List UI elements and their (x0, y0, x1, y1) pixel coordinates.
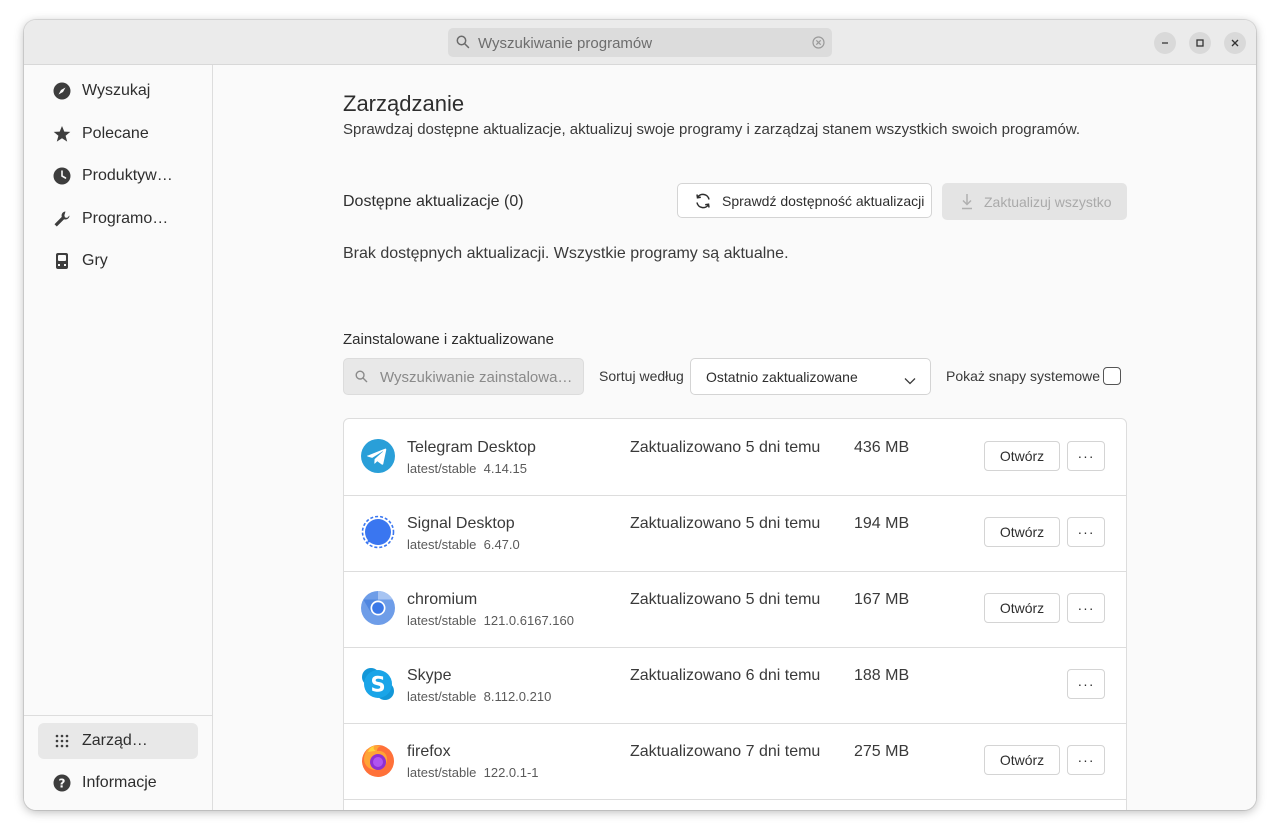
page-title: Zarządzanie (343, 91, 465, 116)
gamepad-icon (52, 251, 72, 271)
sidebar-item-search[interactable]: Wyszukaj (38, 73, 198, 109)
chevron-down-icon (904, 372, 916, 390)
svg-text:S: S (370, 673, 385, 697)
skype-icon: S (360, 666, 396, 702)
more-options-button[interactable]: ··· (1067, 745, 1105, 775)
app-size: 194 MB (854, 515, 910, 532)
check-updates-label: Sprawdź dostępność aktualizacji (722, 192, 925, 209)
more-options-button[interactable]: ··· (1067, 441, 1105, 471)
download-icon (960, 193, 974, 211)
app-size: 275 MB (854, 743, 910, 760)
list-item: chromium latest/stable 121.0.6167.160 Za… (344, 571, 1126, 648)
sort-value: Ostatnio zaktualizowane (706, 369, 858, 385)
list-item: Signal Desktop latest/stable 6.47.0 Zakt… (344, 495, 1126, 572)
list-item: Telegram Desktop latest/stable 4.14.15 Z… (344, 419, 1126, 496)
program-search-input[interactable]: Wyszukiwanie programów (448, 28, 832, 57)
open-button[interactable]: Otwórz (984, 517, 1060, 547)
update-all-button[interactable]: Zaktualizuj wszystko (942, 183, 1127, 220)
clock-icon (52, 166, 72, 186)
app-size: 167 MB (854, 591, 910, 608)
app-name: chromium (407, 591, 478, 608)
telegram-icon (360, 438, 396, 474)
grid-icon (52, 731, 72, 751)
sidebar-item-label: Informacje (82, 774, 157, 791)
app-updated: Zaktualizowano 5 dni temu (630, 439, 821, 456)
sidebar-item-label: Polecane (82, 125, 149, 142)
app-version: latest/stable 121.0.6167.160 (407, 613, 574, 628)
firefox-icon (360, 742, 396, 778)
open-button[interactable]: Otwórz (984, 745, 1060, 775)
sidebar-item-label: Zarząd… (82, 732, 148, 749)
sidebar-item-about[interactable]: ? Informacje (38, 765, 198, 801)
close-icon (1231, 39, 1239, 47)
app-updated: Zaktualizowano 5 dni temu (630, 591, 821, 608)
compass-icon (52, 81, 72, 101)
update-all-label: Zaktualizuj wszystko (984, 193, 1112, 210)
svg-text:?: ? (59, 776, 66, 790)
open-button[interactable]: Otwórz (984, 441, 1060, 471)
search-icon (355, 370, 368, 388)
app-name: Signal Desktop (407, 515, 515, 532)
list-item: firefox latest/stable 122.0.1-1 Zaktuali… (344, 723, 1126, 800)
app-window: Wyszukiwanie programów Wyszukaj Polecane… (24, 20, 1256, 810)
sidebar-item-featured[interactable]: Polecane (38, 116, 198, 152)
list-item: S Skype latest/stable 8.112.0.210 Zaktua… (344, 647, 1126, 724)
sidebar-item-development[interactable]: Programo… (38, 201, 198, 237)
sidebar-item-label: Programo… (82, 210, 169, 227)
app-version: latest/stable 122.0.1-1 (407, 765, 539, 780)
open-button[interactable]: Otwórz (984, 593, 1060, 623)
sidebar-item-label: Gry (82, 252, 108, 269)
check-updates-button[interactable]: Sprawdź dostępność aktualizacji (677, 183, 932, 218)
signal-icon (360, 514, 396, 550)
clear-search-icon[interactable] (812, 36, 825, 54)
app-updated: Zaktualizowano 5 dni temu (630, 515, 821, 532)
main-content: Zarządzanie Sprawdzaj dostępne aktualiza… (213, 65, 1256, 810)
more-options-button[interactable]: ··· (1067, 517, 1105, 547)
installed-apps-list: Telegram Desktop latest/stable 4.14.15 Z… (343, 418, 1127, 810)
search-icon (456, 35, 470, 54)
installed-search-input[interactable]: Wyszukiwanie zainstalowa… (343, 358, 584, 395)
minimize-button[interactable] (1154, 32, 1176, 54)
sort-label: Sortuj według (599, 368, 684, 384)
app-version: latest/stable 8.112.0.210 (407, 689, 552, 704)
sort-dropdown[interactable]: Ostatnio zaktualizowane (690, 358, 931, 395)
app-name: firefox (407, 743, 451, 760)
app-updated: Zaktualizowano 7 dni temu (630, 743, 821, 760)
chromium-icon (360, 590, 396, 626)
title-bar: Wyszukiwanie programów (24, 20, 1256, 65)
wrench-icon (52, 209, 72, 229)
sidebar-item-label: Produktyw… (82, 167, 173, 184)
sidebar-item-manage[interactable]: Zarząd… (38, 723, 198, 759)
app-name: Skype (407, 667, 452, 684)
app-name: Telegram Desktop (407, 439, 536, 456)
app-size: 436 MB (854, 439, 910, 456)
app-size: 188 MB (854, 667, 910, 684)
no-updates-message: Brak dostępnych aktualizacji. Wszystkie … (343, 245, 789, 262)
sidebar-item-label: Wyszukaj (82, 82, 151, 99)
installed-title: Zainstalowane i zaktualizowane (343, 331, 554, 348)
show-system-snaps-label: Pokaż snapy systemowe (946, 368, 1101, 384)
refresh-icon (694, 192, 712, 210)
updates-title: Dostępne aktualizacje (0) (343, 193, 524, 210)
show-system-snaps-checkbox[interactable] (1103, 367, 1121, 385)
more-options-button[interactable]: ··· (1067, 593, 1105, 623)
search-placeholder: Wyszukiwanie programów (478, 35, 653, 52)
maximize-button[interactable] (1189, 32, 1211, 54)
app-version: latest/stable 4.14.15 (407, 461, 527, 476)
sidebar-item-games[interactable]: Gry (38, 243, 198, 279)
maximize-icon (1196, 39, 1204, 47)
help-icon: ? (52, 773, 72, 793)
more-options-button[interactable]: ··· (1067, 669, 1105, 699)
app-updated: Zaktualizowano 6 dni temu (630, 667, 821, 684)
page-subtitle: Sprawdzaj dostępne aktualizacje, aktuali… (343, 121, 1080, 138)
close-button[interactable] (1224, 32, 1246, 54)
star-icon (52, 124, 72, 144)
app-version: latest/stable 6.47.0 (407, 537, 520, 552)
sidebar: Wyszukaj Polecane Produktyw… Programo… G… (24, 65, 213, 810)
minimize-icon (1162, 42, 1168, 44)
sidebar-divider (24, 715, 212, 716)
sidebar-item-productivity[interactable]: Produktyw… (38, 158, 198, 194)
installed-search-placeholder: Wyszukiwanie zainstalowa… (380, 369, 573, 386)
